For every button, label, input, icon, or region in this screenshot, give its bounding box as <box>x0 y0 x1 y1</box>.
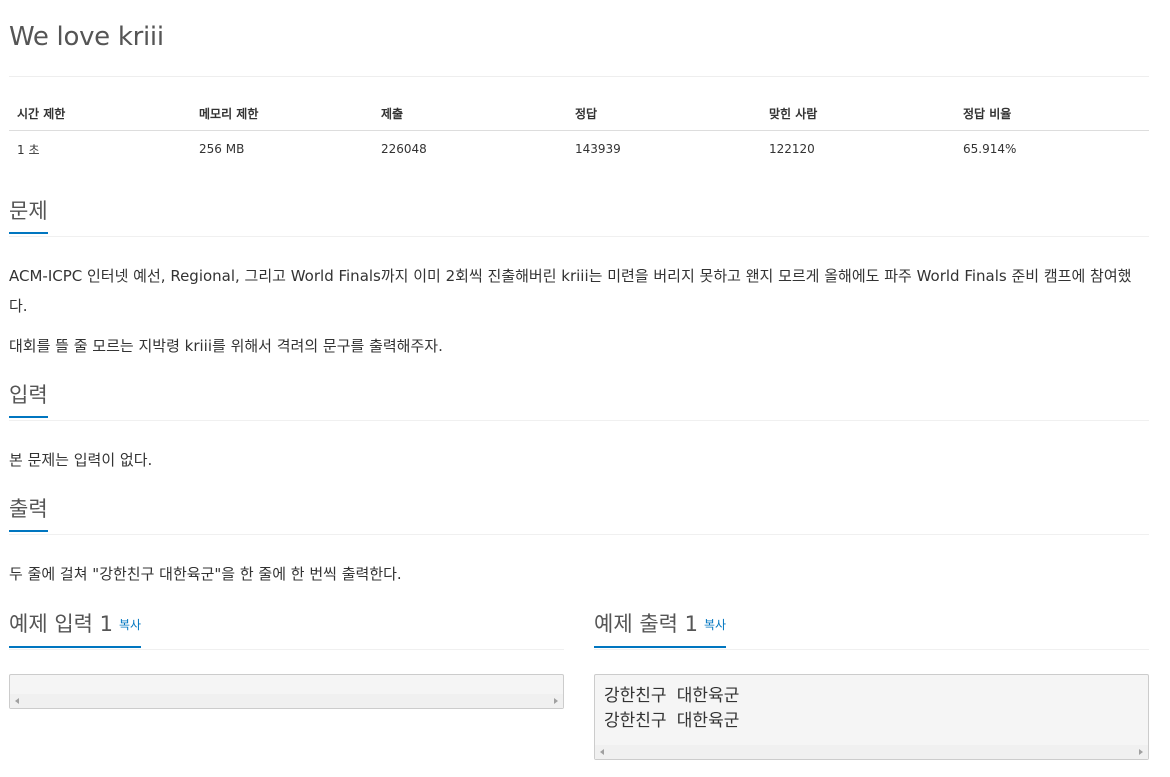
info-header-submissions: 제출 <box>373 96 567 131</box>
description-heading: 문제 <box>9 196 48 234</box>
info-value-time-limit: 1 초 <box>17 142 40 157</box>
sample-output-heading: 예제 출력 1 복사 <box>594 609 727 648</box>
output-section-header: 출력 <box>9 494 1149 535</box>
info-header-accept-ratio: 정답 비율 <box>955 96 1149 131</box>
sample-input-heading: 예제 입력 1 복사 <box>9 609 142 648</box>
problem-page: We love kriii 시간 제한 메모리 제한 제출 정답 맞힌 사람 정… <box>0 0 1170 777</box>
info-header-row: 시간 제한 메모리 제한 제출 정답 맞힌 사람 정답 비율 <box>9 96 1149 131</box>
problem-info-table: 시간 제한 메모리 제한 제출 정답 맞힌 사람 정답 비율 1 초 256 M… <box>9 96 1149 167</box>
scroll-left-arrow-icon[interactable] <box>15 698 19 704</box>
scroll-right-arrow-icon[interactable] <box>1139 749 1143 755</box>
title-divider <box>9 76 1149 77</box>
output-heading: 출력 <box>9 494 48 532</box>
sample-input-heading-text: 예제 입력 1 <box>9 612 113 636</box>
sample-output-heading-text: 예제 출력 1 <box>594 612 698 636</box>
info-value-solved-users: 122120 <box>769 142 815 156</box>
info-header-memory-limit: 메모리 제한 <box>191 96 373 131</box>
scroll-right-arrow-icon[interactable] <box>554 698 558 704</box>
scroll-left-arrow-icon[interactable] <box>600 749 604 755</box>
sample-input-copy-button[interactable]: 복사 <box>119 618 141 632</box>
sample-output-box[interactable]: 강한친구 대한육군 강한친구 대한육군 <box>594 674 1149 760</box>
sample-output-header: 예제 출력 1 복사 <box>594 609 1149 650</box>
sample-input-scrollbar[interactable] <box>10 694 563 708</box>
sample-input-content <box>10 675 563 684</box>
description-paragraph-2: 대회를 뜰 줄 모르는 지박령 kriii를 위해서 격려의 문구를 출력해주자… <box>9 337 443 355</box>
info-header-solved-users: 맞힌 사람 <box>761 96 955 131</box>
info-value-row: 1 초 256 MB 226048 143939 122120 65.914% <box>9 131 1149 168</box>
input-heading: 입력 <box>9 380 48 418</box>
input-section-header: 입력 <box>9 380 1149 421</box>
info-value-memory-limit: 256 MB <box>199 142 245 156</box>
description-paragraph-1: ACM-ICPC 인터넷 예선, Regional, 그리고 World Fin… <box>9 267 1132 315</box>
description-section-header: 문제 <box>9 196 1149 237</box>
sample-output-content: 강한친구 대한육군 강한친구 대한육군 <box>604 686 740 731</box>
info-value-accept-ratio: 65.914% <box>963 142 1017 156</box>
sample-input-box[interactable] <box>9 674 564 709</box>
info-header-time-limit: 시간 제한 <box>9 96 191 131</box>
sample-input-header: 예제 입력 1 복사 <box>9 609 564 650</box>
info-value-accepted: 143939 <box>575 142 621 156</box>
sample-output-scrollbar[interactable] <box>595 745 1148 759</box>
output-description: 두 줄에 걸쳐 "강한친구 대한육군"을 한 줄에 한 번씩 출력한다. <box>9 565 402 583</box>
info-value-submissions: 226048 <box>381 142 427 156</box>
page-title: We love kriii <box>9 22 164 52</box>
input-description: 본 문제는 입력이 없다. <box>9 451 153 469</box>
info-header-accepted: 정답 <box>567 96 761 131</box>
sample-output-copy-button[interactable]: 복사 <box>704 618 726 632</box>
